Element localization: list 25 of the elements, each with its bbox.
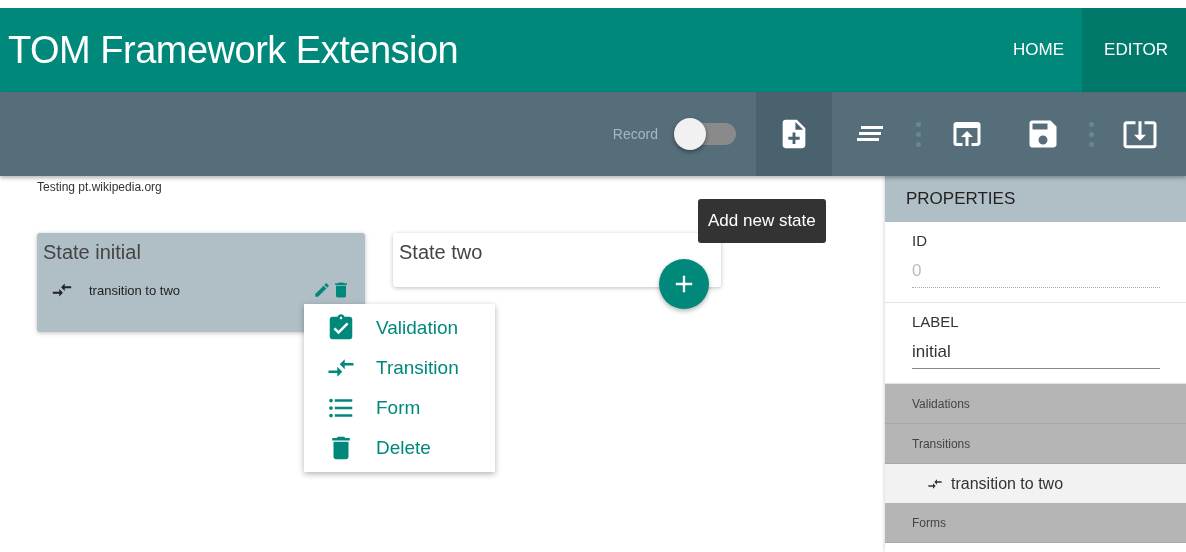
list-item[interactable]: transition to two bbox=[885, 464, 1186, 503]
nav-link[interactable]: HOME bbox=[991, 8, 1083, 92]
app-title: TOM Framework Extension bbox=[8, 28, 459, 72]
state-node[interactable]: State two bbox=[393, 233, 721, 287]
state-title: State two bbox=[399, 241, 483, 264]
canvas-caption: Testing pt.wikipedia.org bbox=[37, 180, 162, 194]
lines-icon bbox=[855, 124, 885, 144]
menu-item[interactable]: Transition bbox=[304, 348, 495, 388]
menu-item[interactable]: Form bbox=[304, 388, 495, 428]
section-header[interactable]: Forms bbox=[885, 503, 1186, 543]
nav-link[interactable]: EDITOR bbox=[1082, 8, 1186, 92]
add-button[interactable] bbox=[659, 259, 709, 309]
record-label: Record bbox=[612, 126, 658, 142]
field-label: LABEL bbox=[912, 313, 960, 330]
add-state-button[interactable] bbox=[756, 92, 832, 176]
section-header[interactable]: Transitions bbox=[885, 424, 1186, 464]
field-label: ID bbox=[912, 232, 928, 249]
section-header[interactable]: Validations bbox=[885, 384, 1186, 424]
input-field[interactable]: initial bbox=[912, 338, 1160, 369]
state-title: State initial bbox=[43, 241, 141, 264]
transition-label: transition to two bbox=[89, 282, 182, 298]
tooltip: Add new state bbox=[698, 199, 826, 243]
record-toggle[interactable] bbox=[674, 118, 736, 150]
menu-item[interactable]: Delete bbox=[304, 428, 495, 468]
panel-title: PROPERTIES bbox=[885, 176, 1186, 222]
